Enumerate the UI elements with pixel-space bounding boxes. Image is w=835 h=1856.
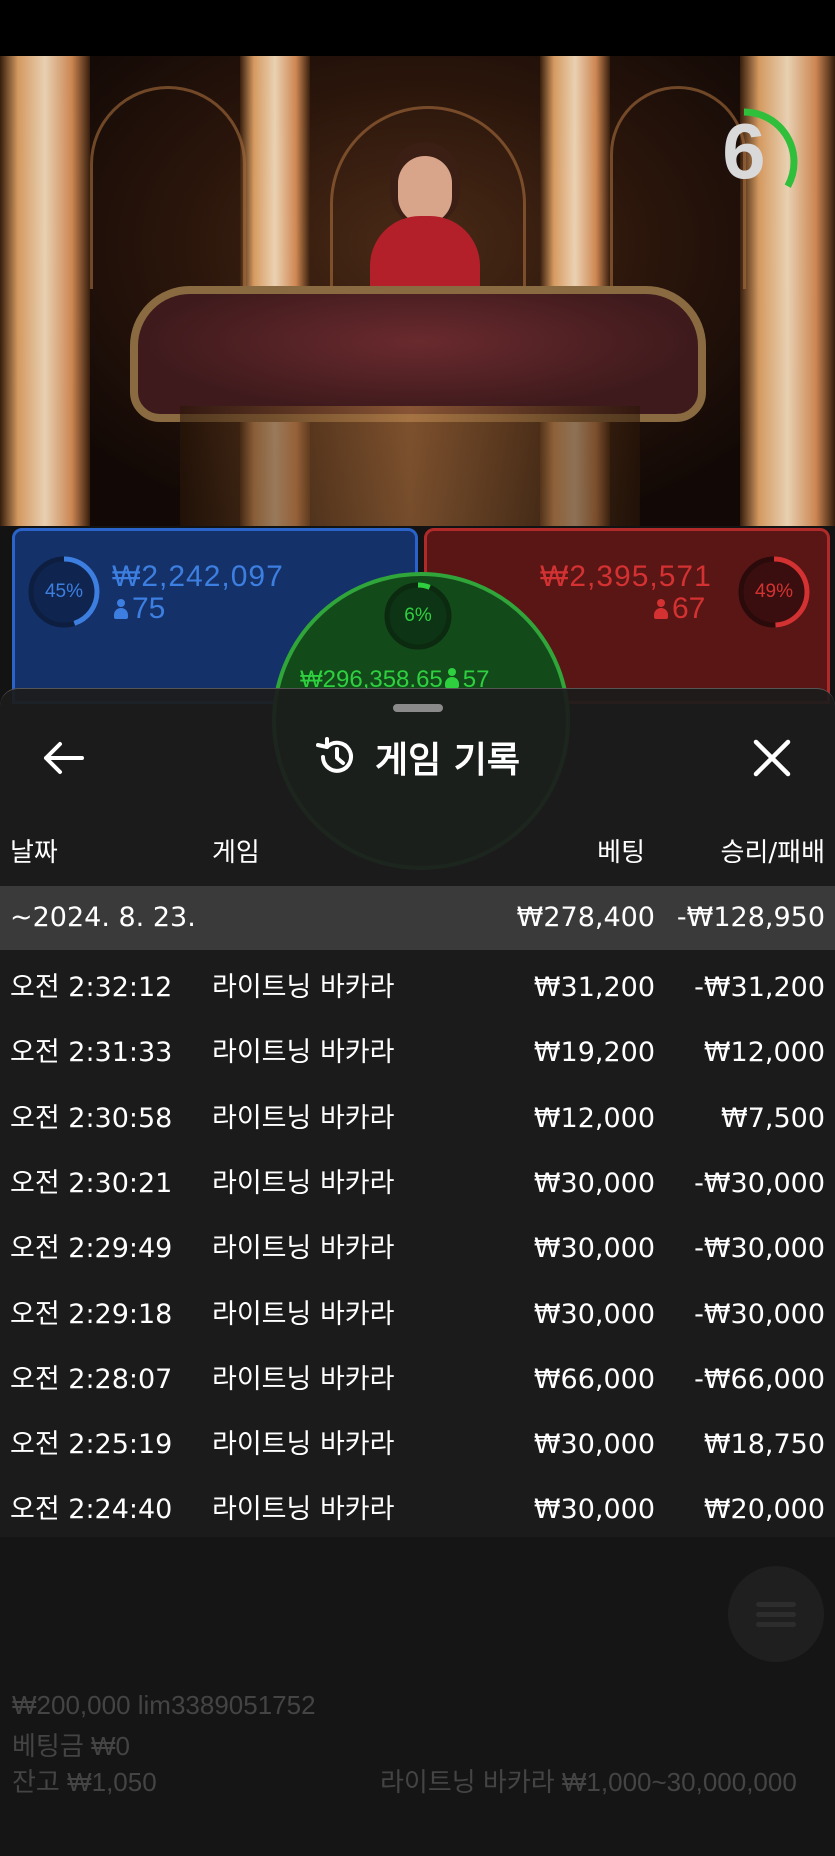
bg-bet-label: 베팅금 ₩0 bbox=[12, 1731, 130, 1761]
row-bet: ₩30,000 bbox=[533, 1167, 655, 1199]
row-game: 라이트닝 바카라 bbox=[212, 972, 395, 1003]
row-time: 오전 2:31:33 bbox=[10, 1037, 173, 1069]
banker-count-wrap: 67 bbox=[652, 592, 705, 626]
row-result: -₩66,000 bbox=[694, 1363, 825, 1395]
summary-result: -₩128,950 bbox=[676, 902, 825, 933]
player-amount: ₩2,242,097 bbox=[112, 560, 284, 593]
close-icon bbox=[753, 739, 791, 777]
player-count-wrap: 75 bbox=[112, 592, 165, 626]
table-row[interactable]: 오전 2:30:21 라이트닝 바카라 ₩30,000 -₩30,000 bbox=[0, 1152, 835, 1216]
column-header-result: 승리/패배 bbox=[720, 838, 825, 868]
sheet-title: 게임 기록 bbox=[374, 740, 520, 781]
row-game: 라이트닝 바카라 bbox=[212, 1363, 395, 1395]
timer-value: 6 bbox=[722, 106, 766, 195]
player-count: 75 bbox=[132, 592, 166, 625]
table-row[interactable]: 오전 2:28:07 라이트닝 바카라 ₩66,000 -₩66,000 bbox=[0, 1348, 835, 1412]
table-row[interactable]: 오전 2:32:12 라이트닝 바카라 ₩31,200 -₩31,200 bbox=[0, 956, 835, 1020]
row-game: 라이트닝 바카라 bbox=[212, 1102, 395, 1134]
row-bet: ₩12,000 bbox=[533, 1102, 655, 1134]
tie-percent-ring: 6% bbox=[382, 580, 454, 652]
row-bet: ₩19,200 bbox=[533, 1037, 655, 1069]
row-bet: ₩66,000 bbox=[533, 1363, 655, 1395]
row-game: 라이트닝 바카라 bbox=[212, 1298, 395, 1330]
menu-button[interactable] bbox=[728, 1566, 824, 1662]
row-result: -₩30,000 bbox=[694, 1233, 825, 1265]
pillar bbox=[0, 56, 90, 526]
bg-balance-line: ₩200,000 lim3389051752 bbox=[12, 1690, 316, 1720]
summary-bet: ₩278,400 bbox=[516, 902, 655, 933]
row-time: 오전 2:29:18 bbox=[10, 1298, 173, 1330]
row-game: 라이트닝 바카라 bbox=[212, 1167, 395, 1199]
row-bet: ₩30,000 bbox=[533, 1298, 655, 1330]
sheet-title-wrap: 게임 기록 bbox=[0, 732, 835, 782]
dealer-head bbox=[398, 156, 452, 224]
bottom-controls bbox=[0, 1520, 835, 1856]
row-time: 오전 2:28:07 bbox=[10, 1363, 173, 1395]
bg-limit-label: 라이트닝 바카라 ₩1,000~30,000,000 bbox=[380, 1767, 797, 1797]
person-icon bbox=[654, 599, 668, 619]
row-time: 오전 2:29:49 bbox=[10, 1233, 173, 1265]
summary-date: ~2024. 8. 23. bbox=[10, 902, 196, 933]
drag-handle[interactable] bbox=[393, 704, 443, 712]
row-bet: ₩30,000 bbox=[533, 1429, 655, 1461]
person-icon bbox=[114, 599, 128, 619]
table-row[interactable]: 오전 2:25:19 라이트닝 바카라 ₩30,000 ₩18,750 bbox=[0, 1413, 835, 1477]
row-bet: ₩30,000 bbox=[533, 1233, 655, 1265]
row-game: 라이트닝 바카라 bbox=[212, 1233, 395, 1265]
row-time: 오전 2:25:19 bbox=[10, 1429, 173, 1461]
row-result: -₩30,000 bbox=[694, 1167, 825, 1199]
row-time: 오전 2:30:21 bbox=[10, 1167, 173, 1199]
arch-decor bbox=[90, 86, 246, 289]
row-result: ₩18,750 bbox=[703, 1429, 825, 1461]
player-percent-ring: 45% bbox=[26, 554, 102, 630]
status-bar bbox=[0, 0, 835, 56]
row-bet: ₩31,200 bbox=[533, 972, 655, 1003]
banker-count: 67 bbox=[672, 592, 706, 625]
table-row[interactable]: 오전 2:29:49 라이트닝 바카라 ₩30,000 -₩30,000 bbox=[0, 1217, 835, 1281]
column-header-bet: 베팅 bbox=[597, 838, 645, 868]
row-bet: ₩30,000 bbox=[533, 1494, 655, 1526]
person-icon bbox=[444, 668, 459, 688]
row-result: ₩12,000 bbox=[703, 1037, 825, 1069]
player-percent: 45% bbox=[44, 581, 84, 602]
row-game: 라이트닝 바카라 bbox=[212, 1494, 395, 1526]
bg-balance-label: 잔고 ₩1,050 bbox=[12, 1767, 157, 1797]
tie-percent: 6% bbox=[404, 605, 432, 626]
table-row[interactable]: 오전 2:29:18 라이트닝 바카라 ₩30,000 -₩30,000 bbox=[0, 1283, 835, 1347]
summary-row[interactable]: ~2024. 8. 23. ₩278,400 -₩128,950 bbox=[0, 886, 835, 950]
column-header-game: 게임 bbox=[212, 838, 260, 868]
table-row[interactable]: 오전 2:31:33 라이트닝 바카라 ₩19,200 ₩12,000 bbox=[0, 1021, 835, 1085]
table-row[interactable]: 오전 2:24:40 라이트닝 바카라 ₩30,000 ₩20,000 bbox=[0, 1478, 835, 1542]
baccarat-table bbox=[130, 286, 706, 422]
close-button[interactable] bbox=[748, 734, 796, 782]
banker-percent-ring: 49% bbox=[736, 554, 812, 630]
row-result: -₩31,200 bbox=[694, 972, 825, 1003]
table-row[interactable]: 오전 2:30:58 라이트닝 바카라 ₩12,000 ₩7,500 bbox=[0, 1087, 835, 1151]
row-result: -₩30,000 bbox=[694, 1298, 825, 1330]
row-time: 오전 2:30:58 bbox=[10, 1102, 173, 1134]
history-icon bbox=[315, 737, 353, 773]
table-base bbox=[180, 406, 640, 526]
row-game: 라이트닝 바카라 bbox=[212, 1037, 395, 1069]
banker-amount: ₩2,395,571 bbox=[540, 560, 712, 593]
row-result: ₩20,000 bbox=[703, 1494, 825, 1526]
row-game: 라이트닝 바카라 bbox=[212, 1429, 395, 1461]
banker-percent: 49% bbox=[754, 581, 794, 602]
row-time: 오전 2:32:12 bbox=[10, 972, 173, 1003]
countdown-timer: 6 bbox=[690, 86, 810, 216]
row-result: ₩7,500 bbox=[721, 1102, 825, 1134]
row-time: 오전 2:24:40 bbox=[10, 1494, 173, 1526]
column-header-date: 날짜 bbox=[10, 838, 58, 868]
